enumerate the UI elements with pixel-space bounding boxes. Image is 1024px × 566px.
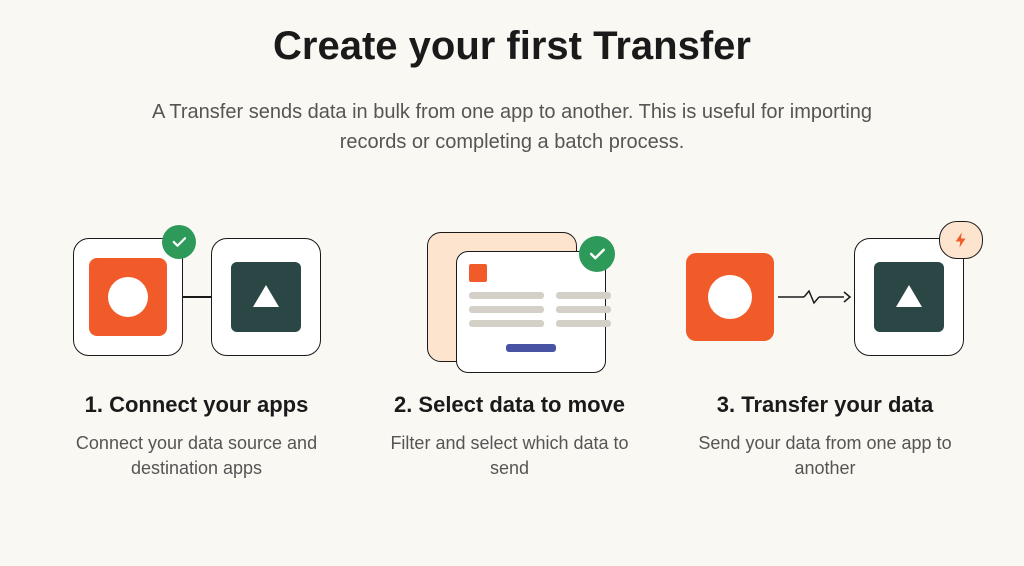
page-subtitle: A Transfer sends data in bulk from one a… (122, 97, 902, 157)
step-3: 3. Transfer your data Send your data fro… (686, 227, 964, 481)
step-3-title: 3. Transfer your data (717, 391, 933, 419)
arrow-icon (774, 287, 854, 307)
step-3-illustration (686, 227, 964, 367)
step-2: 2. Select data to move Filter and select… (373, 227, 646, 481)
destination-app-box (854, 238, 964, 356)
source-app-icon (89, 258, 167, 336)
source-app-box (73, 238, 183, 356)
step-2-description: Filter and select which data to send (373, 431, 646, 481)
step-3-description: Send your data from one app to another (686, 431, 964, 481)
step-2-illustration (443, 227, 577, 367)
check-icon (579, 236, 615, 272)
document-back (427, 232, 577, 362)
steps-container: 1. Connect your apps Connect your data s… (0, 227, 1024, 481)
source-app-icon (686, 253, 774, 341)
document-app-icon (469, 264, 487, 282)
check-icon (162, 225, 196, 259)
destination-app-icon (231, 262, 301, 332)
connector-line (182, 296, 212, 298)
bolt-icon (939, 221, 983, 259)
document-front (456, 251, 606, 373)
step-1-description: Connect your data source and destination… (60, 431, 333, 481)
page-title: Create your first Transfer (0, 24, 1024, 69)
destination-app-box (211, 238, 321, 356)
step-2-title: 2. Select data to move (394, 391, 625, 419)
destination-app-icon (874, 262, 944, 332)
step-1: 1. Connect your apps Connect your data s… (60, 227, 333, 481)
document-highlight (506, 344, 556, 352)
step-1-illustration (73, 227, 321, 367)
step-1-title: 1. Connect your apps (85, 391, 309, 419)
